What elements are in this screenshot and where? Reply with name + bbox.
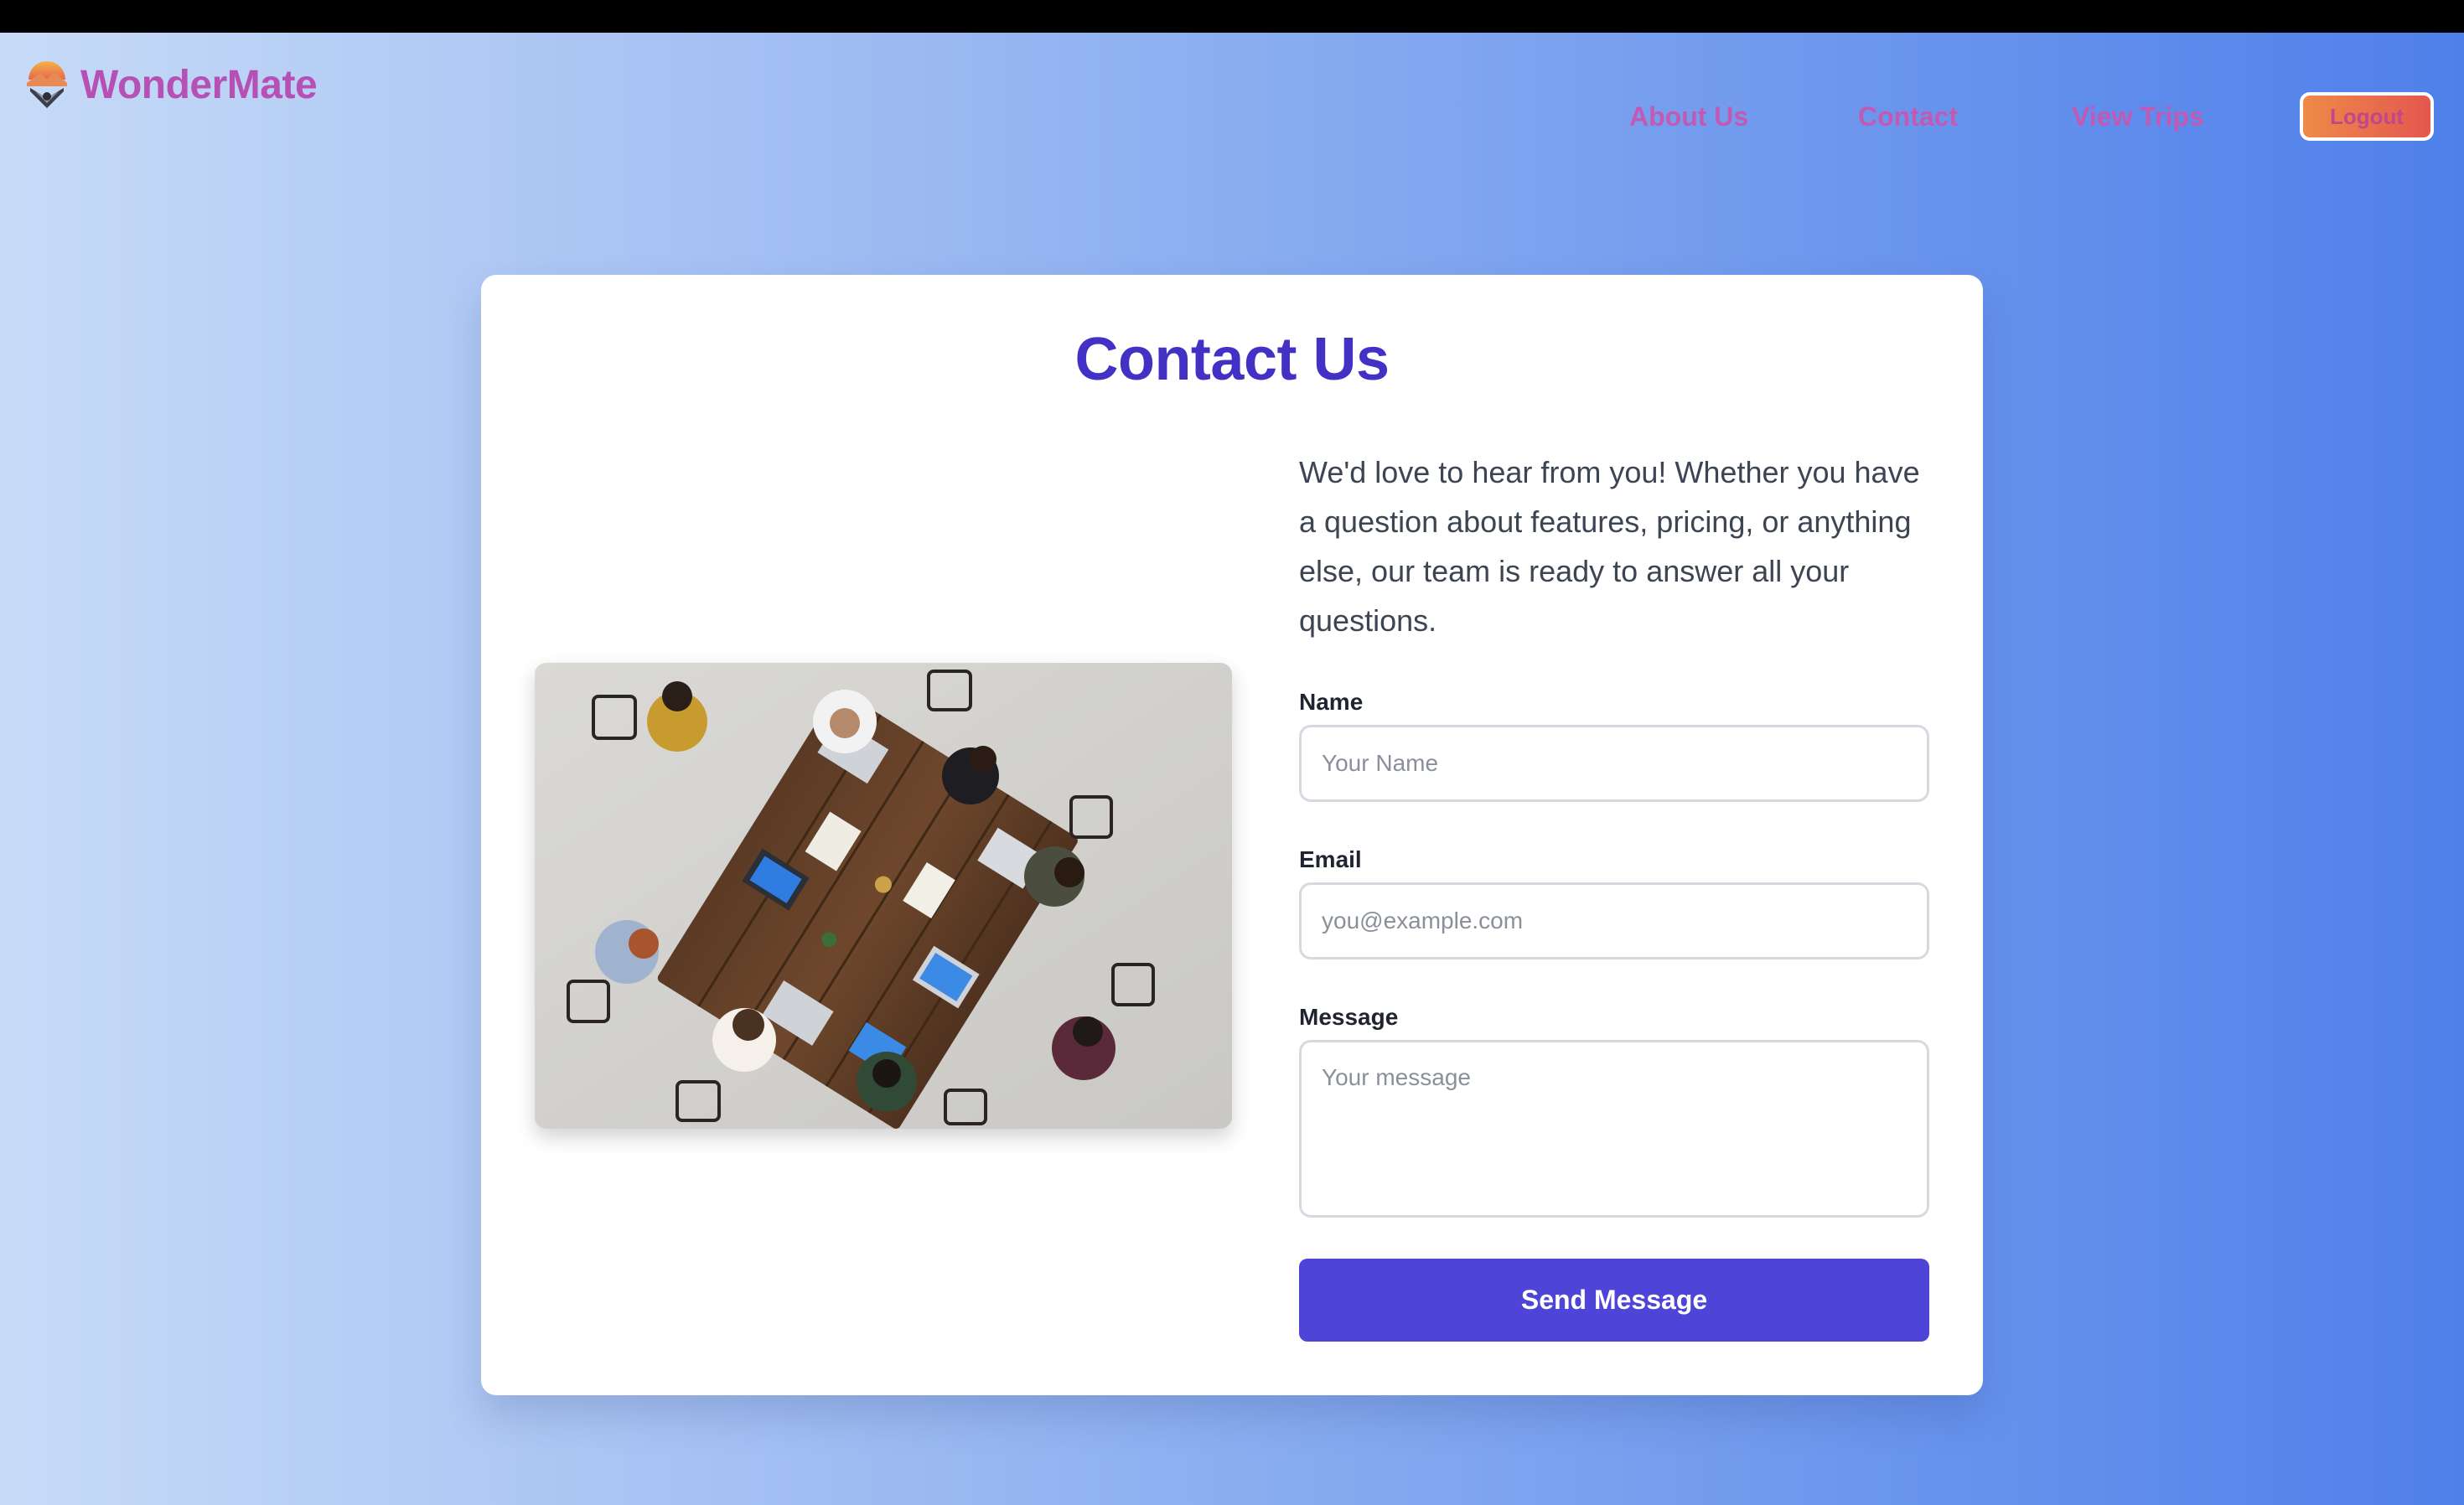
page-title: Contact Us <box>1074 326 1390 393</box>
send-message-button[interactable]: Send Message <box>1299 1259 1929 1342</box>
email-input[interactable] <box>1299 882 1929 959</box>
mountain-sunset-logo-icon <box>27 61 67 108</box>
message-label: Message <box>1299 1004 1399 1030</box>
name-label: Name <box>1299 689 1364 715</box>
team-meeting-photo <box>535 663 1232 1129</box>
brand-home-link[interactable]: WonderMate <box>25 58 318 111</box>
page-background: WonderMate About Us Contact View Trips L… <box>0 33 2464 1505</box>
contact-card: Contact Us We'd love to hear from you! W… <box>481 275 1983 1395</box>
nav-link-contact[interactable]: Contact <box>1858 101 1958 132</box>
logout-button[interactable]: Logout <box>2300 92 2434 141</box>
nav-link-about-us[interactable]: About Us <box>1629 101 1748 132</box>
email-label: Email <box>1299 846 1362 872</box>
brand-name: WonderMate <box>80 62 318 107</box>
message-textarea[interactable] <box>1299 1040 1929 1218</box>
nav-link-view-trips[interactable]: View Trips <box>2072 101 2204 132</box>
intro-text: We'd love to hear from you! Whether you … <box>1299 455 1920 638</box>
name-input[interactable] <box>1299 725 1929 802</box>
system-menu-bar <box>0 0 2464 33</box>
